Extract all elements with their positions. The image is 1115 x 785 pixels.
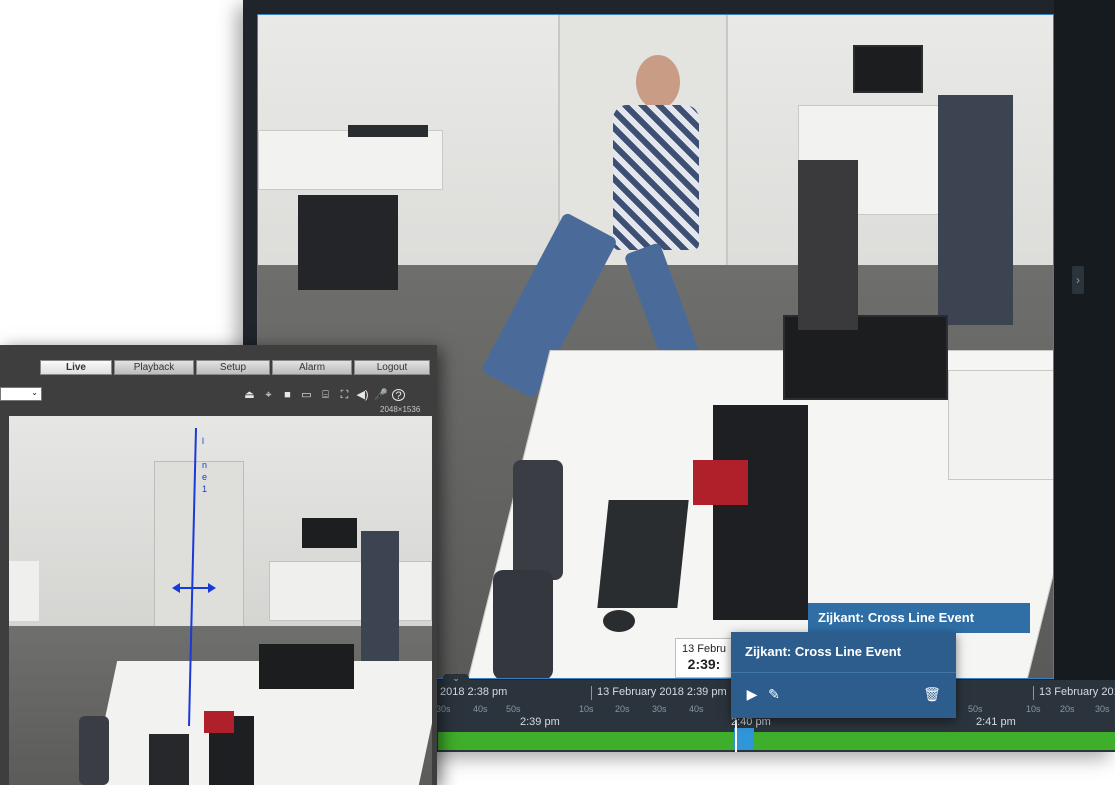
scene-keyboard: [597, 500, 689, 608]
timeline-event-marker[interactable]: [734, 728, 754, 750]
scene-monitor-back: [853, 45, 923, 93]
tab-playback[interactable]: Playback: [114, 360, 194, 375]
microphone-icon[interactable]: 🎤: [374, 389, 388, 401]
timeline-collapse-button[interactable]: ⌄: [443, 674, 469, 684]
scene-mouse: [603, 610, 635, 632]
stream-resolution: 2048×1536: [380, 405, 421, 414]
timeline-recording-bar[interactable]: [438, 732, 1115, 750]
timeline-minute-label: 2:41 pm: [976, 716, 1016, 728]
camera-live-view[interactable]: l n e 1: [9, 416, 432, 785]
event-divider: [731, 672, 956, 673]
timeline-second-tick: 40s: [689, 704, 704, 714]
scene-desk-right-front: [948, 370, 1053, 480]
right-side-panel: [1054, 0, 1115, 680]
tab-logout[interactable]: Logout: [354, 360, 430, 375]
timeline-second-tick: 30s: [652, 704, 667, 714]
arrow-head-right: [208, 583, 216, 593]
timeline-date-label: 13 February 2018 2:39 pm: [591, 686, 727, 700]
fullscreen-icon[interactable]: ⛶: [338, 389, 351, 401]
scene-chairs-right: [798, 160, 858, 330]
tab-live[interactable]: Live: [40, 360, 112, 375]
scene-person-head: [636, 55, 680, 109]
tab-setup[interactable]: Setup: [196, 360, 270, 375]
event-popup: Zijkant: Cross Line Event ▶ ✎ 🗑: [731, 632, 956, 718]
scene-switch: [348, 125, 428, 137]
scene-person-torso: [613, 105, 699, 250]
timeline-playhead[interactable]: [735, 720, 737, 752]
scene-desk-left: [258, 130, 443, 190]
scene-red-book: [693, 460, 748, 505]
event-popup-secondary[interactable]: Zijkant: Cross Line Event: [808, 603, 1030, 633]
scene-chair: [513, 460, 563, 580]
event-title: Zijkant: Cross Line Event: [745, 644, 902, 659]
scene-monitor-side: [713, 405, 808, 620]
hover-time-clock: 2:39:: [687, 656, 721, 672]
timeline-minute-label: 2:39 pm: [520, 716, 560, 728]
timeline-date-label: 2018 2:38 pm: [433, 686, 508, 700]
timeline-second-tick: 10s: [1026, 704, 1041, 714]
timeline-hover-time: 13 Febru 2:39:: [675, 638, 733, 678]
delete-icon[interactable]: 🗑: [923, 685, 941, 703]
timeline-second-tick: 20s: [1060, 704, 1075, 714]
timeline-second-tick: 30s: [436, 704, 451, 714]
help-icon[interactable]: ?: [392, 389, 405, 402]
record-icon[interactable]: ■: [281, 389, 294, 401]
stream-select[interactable]: ⌄: [0, 387, 42, 401]
timeline-second-tick: 10s: [579, 704, 594, 714]
scene-divider: [938, 95, 1013, 325]
edit-icon[interactable]: ✎: [765, 685, 783, 703]
zoom-region-icon[interactable]: ⌖: [262, 389, 275, 401]
cross-line-label: 1: [202, 484, 207, 494]
cross-line-label: l: [202, 436, 204, 446]
timeline-second-tick: 40s: [473, 704, 488, 714]
speaker-icon[interactable]: ◀): [356, 389, 369, 401]
eject-icon[interactable]: ⏏: [243, 389, 256, 401]
cross-line-label: n: [202, 460, 207, 470]
snapshot-icon[interactable]: ▭: [300, 389, 313, 401]
timeline-second-tick: 50s: [968, 704, 983, 714]
video-camera-icon[interactable]: ⌸: [319, 389, 332, 401]
screenshot-stage: › ⌄ 2018 2:38 pm 13 February 2018 2:39 p…: [0, 0, 1115, 785]
timeline-second-tick: 50s: [506, 704, 521, 714]
play-icon[interactable]: ▶: [743, 685, 761, 703]
camera-tabs: Live Playback Setup Alarm Logout: [0, 360, 437, 375]
tab-alarm[interactable]: Alarm: [272, 360, 352, 375]
cross-line-overlay: l n e 1: [172, 427, 216, 727]
cross-line: [188, 427, 197, 727]
arrow-head-left: [172, 583, 180, 593]
hover-time-date: 13 Febru: [681, 643, 727, 655]
side-panel-toggle[interactable]: ›: [1072, 266, 1084, 294]
timeline-second-tick: 20s: [615, 704, 630, 714]
scene-chair-back: [493, 570, 553, 678]
timeline-second-tick: 30s: [1095, 704, 1110, 714]
cross-line-label: e: [202, 472, 207, 482]
camera-web-ui: Live Playback Setup Alarm Logout ⌄ ⏏ ⌖ ■…: [0, 345, 437, 785]
timeline-date-label: 13 February 2018: [1033, 686, 1115, 700]
scene-pc-tower: [298, 195, 398, 290]
